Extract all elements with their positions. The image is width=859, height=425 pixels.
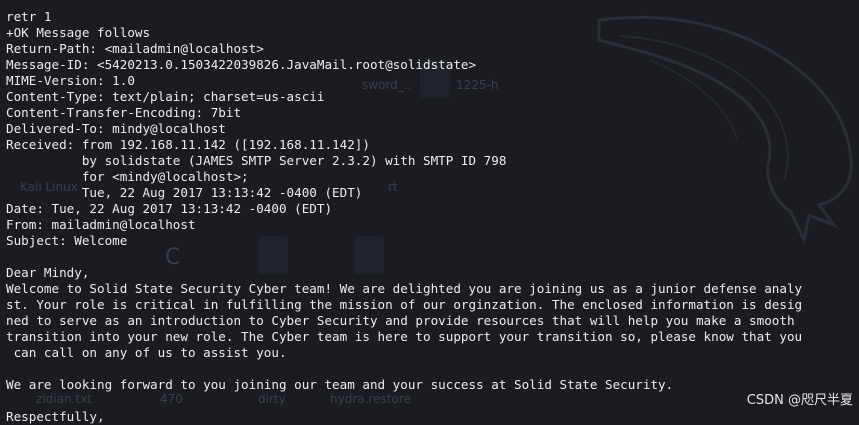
terminal-line: We are looking forward to you joining ou… [6,377,674,392]
terminal-output[interactable]: retr 1 +OK Message follows Return-Path: … [6,0,859,425]
terminal-line: Delivered-To: mindy@localhost [6,121,226,136]
terminal-line: st. Your role is critical in fulfilling … [6,297,803,312]
terminal-line: Return-Path: <mailadmin@localhost> [6,41,264,56]
terminal-line: can call on any of us to assist you. [6,345,287,360]
terminal-line: Respectfully, [6,409,105,424]
terminal-line: for <mindy@localhost>; [6,169,249,184]
terminal-line: Subject: Welcome [6,233,128,248]
terminal-line: Received: from 192.168.11.142 ([192.168.… [6,137,370,152]
terminal-line: Message-ID: <5420213.0.1503422039826.Jav… [6,57,477,72]
terminal-line: Welcome to Solid State Security Cyber te… [6,281,803,296]
terminal-line: +OK Message follows [6,25,151,40]
csdn-watermark: CSDN @咫尺半夏 [746,393,853,408]
terminal-line: MIME-Version: 1.0 [6,73,135,88]
terminal-line: Content-Transfer-Encoding: 7bit [6,105,242,120]
terminal-line: From: mailadmin@localhost [6,217,196,232]
terminal-line: ned to serve as an introduction to Cyber… [6,313,795,328]
terminal-line: retr 1 [6,9,52,24]
terminal-line: transition into your new role. The Cyber… [6,329,803,344]
terminal-line: Dear Mindy, [6,265,90,280]
terminal-line: by solidstate (JAMES SMTP Server 2.3.2) … [6,153,507,168]
terminal-line: Tue, 22 Aug 2017 13:13:42 -0400 (EDT) [6,185,363,200]
terminal-line: Date: Tue, 22 Aug 2017 13:13:42 -0400 (E… [6,201,333,216]
terminal-line: Content-Type: text/plain; charset=us-asc… [6,89,325,104]
